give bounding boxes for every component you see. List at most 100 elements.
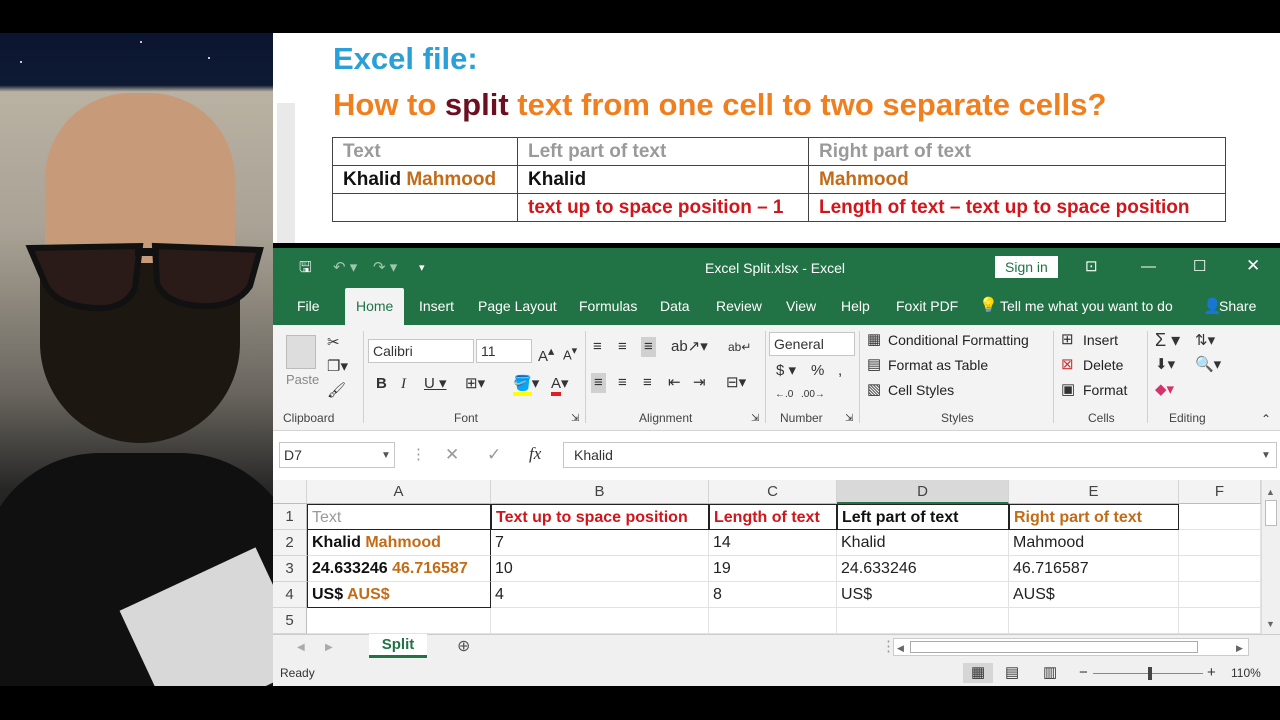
cell-styles-button[interactable]: Cell Styles (888, 382, 954, 398)
italic-icon[interactable]: I (401, 374, 406, 394)
scroll-up-icon[interactable]: ▲ (1266, 482, 1275, 502)
name-box-dropdown-icon[interactable]: ▼ (381, 446, 391, 466)
cell-f2[interactable] (1179, 530, 1261, 556)
format-painter-icon[interactable]: 🖌 (327, 381, 346, 401)
clear-icon[interactable]: ◆▾ (1155, 380, 1174, 400)
format-as-table-button[interactable]: Format as Table (888, 357, 988, 373)
close-icon[interactable]: ✕ (1246, 256, 1260, 276)
redo-icon[interactable]: ↷ ▾ (373, 258, 397, 278)
row-header-5[interactable]: 5 (273, 608, 307, 634)
font-color-icon[interactable]: A▾ (551, 374, 569, 396)
decrease-indent-icon[interactable]: ⇤ (668, 373, 681, 393)
increase-indent-icon[interactable]: ⇥ (693, 373, 706, 393)
prev-sheet-icon[interactable]: ◀ (297, 638, 305, 658)
column-header-f[interactable]: F (1179, 480, 1261, 504)
cell-a2[interactable]: Khalid Mahmood (307, 530, 491, 556)
comma-style-icon[interactable]: , (838, 361, 842, 381)
name-box[interactable]: D7 (279, 442, 395, 468)
increase-font-icon[interactable]: A▴ (538, 341, 554, 367)
tell-me-search[interactable]: Tell me what you want to do (991, 288, 1182, 325)
vertical-scrollbar[interactable]: ▲ ▼ (1261, 480, 1280, 634)
scroll-down-icon[interactable]: ▼ (1266, 614, 1275, 634)
minimize-icon[interactable]: — (1141, 257, 1156, 277)
align-right-icon[interactable]: ≡ (643, 373, 652, 393)
align-middle-icon[interactable]: ≡ (618, 337, 627, 357)
fill-icon[interactable]: ⬇▾ (1155, 355, 1175, 375)
cell-e3[interactable]: 46.716587 (1009, 556, 1179, 582)
collapse-ribbon-icon[interactable]: ⌃ (1261, 409, 1271, 429)
column-header-b[interactable]: B (491, 480, 709, 504)
zoom-level[interactable]: 110% (1231, 666, 1261, 680)
next-sheet-icon[interactable]: ▶ (325, 638, 333, 658)
page-layout-view-icon[interactable]: ▤ (1005, 663, 1019, 683)
percent-icon[interactable]: % (811, 361, 824, 381)
copy-icon[interactable]: ❐▾ (327, 357, 348, 377)
paste-button-label[interactable]: Paste (286, 372, 319, 387)
bold-icon[interactable]: B (376, 374, 387, 394)
tab-home[interactable]: Home (345, 288, 405, 325)
autosum-icon[interactable]: Σ ▾ (1155, 330, 1180, 350)
select-all-corner[interactable] (273, 480, 307, 504)
cell-b2[interactable]: 7 (491, 530, 709, 556)
cell-b4[interactable]: 4 (491, 582, 709, 608)
insert-cells-button[interactable]: Insert (1083, 332, 1118, 348)
normal-view-icon[interactable]: ▦ (963, 663, 994, 683)
decrease-decimal-icon[interactable]: .00→ (801, 385, 825, 405)
tab-view[interactable]: View (777, 288, 825, 325)
zoom-in-icon[interactable]: + (1207, 663, 1216, 683)
formula-input[interactable]: Khalid (563, 442, 1277, 468)
align-center-icon[interactable]: ≡ (618, 373, 627, 393)
cancel-entry-icon[interactable]: ✕ (445, 445, 459, 465)
number-format-select[interactable]: General (769, 332, 855, 356)
cell-c5[interactable] (709, 608, 837, 634)
cell-a3[interactable]: 24.633246 46.716587 (307, 556, 491, 582)
vertical-scroll-thumb[interactable] (1265, 500, 1277, 526)
currency-icon[interactable]: $ ▾ (776, 361, 796, 381)
column-header-a[interactable]: A (307, 480, 491, 504)
delete-cells-button[interactable]: Delete (1083, 357, 1123, 373)
tab-insert[interactable]: Insert (410, 288, 463, 325)
scroll-left-icon[interactable]: ◀ (897, 638, 904, 658)
cell-e1[interactable]: Right part of text (1009, 504, 1179, 530)
paste-icon[interactable] (286, 335, 316, 369)
horizontal-scrollbar[interactable]: ◀ ▶ (893, 638, 1249, 656)
ribbon-display-icon[interactable]: ⊡ (1085, 257, 1098, 277)
column-header-c[interactable]: C (709, 480, 837, 504)
cell-b3[interactable]: 10 (491, 556, 709, 582)
cell-b1[interactable]: Text up to space position (491, 504, 709, 530)
number-dialog-launcher-icon[interactable]: ⇲ (845, 409, 853, 429)
share-button[interactable]: Share (1210, 288, 1265, 325)
wrap-text-icon[interactable]: ab↵ (728, 337, 751, 357)
row-header-2[interactable]: 2 (273, 530, 307, 556)
formula-bar-handle-icon[interactable]: ⋮ (411, 445, 426, 465)
underline-icon[interactable]: U ▾ (424, 374, 447, 394)
row-header-4[interactable]: 4 (273, 582, 307, 608)
sort-filter-icon[interactable]: ⇅▾ (1195, 331, 1215, 351)
cell-f4[interactable] (1179, 582, 1261, 608)
zoom-out-icon[interactable]: − (1079, 663, 1088, 683)
new-sheet-icon[interactable]: ⊕ (457, 637, 470, 657)
cell-d5[interactable] (837, 608, 1009, 634)
merge-center-icon[interactable]: ⊟▾ (726, 373, 746, 393)
page-break-view-icon[interactable]: ▥ (1043, 663, 1057, 683)
font-dialog-launcher-icon[interactable]: ⇲ (571, 409, 579, 429)
cell-a5[interactable] (307, 608, 491, 634)
format-cells-button[interactable]: Format (1083, 382, 1127, 398)
cell-c4[interactable]: 8 (709, 582, 837, 608)
font-name-select[interactable]: Calibri (368, 339, 474, 363)
cell-e2[interactable]: Mahmood (1009, 530, 1179, 556)
tab-foxit-pdf[interactable]: Foxit PDF (887, 288, 967, 325)
cell-d4[interactable]: US$ (837, 582, 1009, 608)
cut-icon[interactable]: ✂ (327, 333, 340, 353)
tab-data[interactable]: Data (651, 288, 699, 325)
align-bottom-icon[interactable]: ≡ (641, 337, 656, 357)
align-left-icon[interactable]: ≡ (591, 373, 606, 393)
find-select-icon[interactable]: 🔍▾ (1195, 355, 1221, 375)
tab-formulas[interactable]: Formulas (570, 288, 646, 325)
insert-function-icon[interactable]: fx (529, 444, 541, 464)
cell-c3[interactable]: 19 (709, 556, 837, 582)
cell-d3[interactable]: 24.633246 (837, 556, 1009, 582)
scroll-right-icon[interactable]: ▶ (1236, 638, 1243, 658)
align-top-icon[interactable]: ≡ (593, 337, 602, 357)
font-size-select[interactable]: 11 (476, 339, 532, 363)
